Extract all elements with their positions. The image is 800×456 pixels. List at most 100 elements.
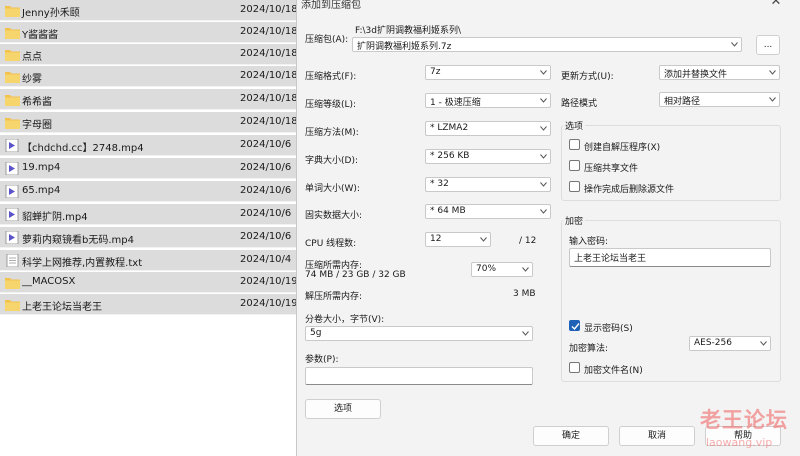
folder-icon <box>5 48 20 61</box>
options-button[interactable]: 选项 <box>305 399 381 419</box>
dictionary-select[interactable]: * 256 KB <box>425 149 551 164</box>
shared-files-checkbox[interactable] <box>569 160 580 171</box>
decompress-memory-value: 3 MB <box>513 289 536 299</box>
show-password-checkbox[interactable] <box>569 320 580 331</box>
video-file-icon <box>5 184 20 199</box>
path-mode-label: 路径模式 <box>561 99 598 109</box>
chevron-down-icon <box>540 126 547 131</box>
encryption-method-select[interactable]: AES-256 <box>689 336 771 351</box>
shared-files-label: 压缩共享文件 <box>584 164 639 174</box>
encryption-method-value: AES-256 <box>694 338 732 348</box>
folder-icon <box>5 276 20 289</box>
file-name: 上老王论坛当老王 <box>22 302 102 313</box>
chevron-down-icon <box>540 154 547 159</box>
file-row[interactable]: __MACOSX 2024/10/19 <box>0 272 298 293</box>
file-row[interactable]: 19.mp4 2024/10/6 <box>0 158 296 179</box>
file-row[interactable]: 萝莉内窥镜看b无码.mp4 2024/10/6 <box>0 227 296 248</box>
cpu-threads-select[interactable]: 12 <box>425 232 491 247</box>
cpu-threads-label: CPU 线程数: <box>305 239 357 249</box>
file-date: 2024/10/18 <box>240 116 298 127</box>
file-row[interactable]: 科学上网推荐,内置教程.txt 2024/10/4 <box>0 250 296 271</box>
encryption-group-title: 加密 <box>563 214 586 227</box>
file-date: 2024/10/6 <box>240 139 292 150</box>
method-value: * LZMA2 <box>430 123 469 133</box>
file-name: 65.mp4 <box>22 185 61 196</box>
dialog-title: 添加到压缩包 <box>301 0 361 11</box>
password-input[interactable]: 上老王论坛当老王 <box>569 248 771 267</box>
level-select[interactable]: 1 - 极速压缩 <box>425 93 551 108</box>
parameters-input[interactable] <box>305 367 533 385</box>
file-name: 【chdchd.cc】2748.mp4 <box>22 143 144 154</box>
solid-size-label: 固实数据大小: <box>305 211 363 221</box>
file-row[interactable]: 【chdchd.cc】2748.mp4 2024/10/6 <box>0 135 296 156</box>
archive-name-combo[interactable]: 扩阴调教福利姬系列.7z <box>352 37 742 52</box>
watermark-text: 老王论坛 <box>700 408 788 432</box>
file-date: 2024/10/18 <box>240 93 298 104</box>
cancel-button[interactable]: 取消 <box>619 426 695 446</box>
format-select[interactable]: 7z <box>425 65 551 80</box>
parameters-label: 参数(P): <box>305 355 339 365</box>
file-row[interactable]: 上老王论坛当老王 2024/10/19 <box>0 294 298 315</box>
file-list: Jenny孙禾颐 2024/10/18 Y酱酱酱 2024/10/18 点点 2… <box>0 0 298 320</box>
show-password-label: 显示密码(S) <box>584 324 633 334</box>
watermark-url: laowang.vip <box>706 436 773 449</box>
chevron-down-icon <box>522 267 529 272</box>
password-value: 上老王论坛当老王 <box>574 254 647 264</box>
memory-percent-select[interactable]: 70% <box>471 262 533 277</box>
file-name: 萝莉内窥镜看b无码.mp4 <box>22 235 134 246</box>
file-row[interactable]: 字母圈 2024/10/18 <box>0 112 298 133</box>
chevron-down-icon <box>540 98 547 103</box>
file-name: __MACOSX <box>22 276 76 287</box>
file-row[interactable]: Jenny孙禾颐 2024/10/18 <box>0 0 298 21</box>
split-size-combo[interactable]: 5g <box>305 326 533 341</box>
word-size-select[interactable]: * 32 <box>425 177 551 192</box>
video-file-icon <box>5 230 20 245</box>
word-size-label: 单词大小(W): <box>305 184 360 194</box>
delete-after-label: 操作完成后删除源文件 <box>584 185 675 195</box>
file-name: 19.mp4 <box>22 162 61 173</box>
encrypt-filenames-label: 加密文件名(N) <box>584 366 643 376</box>
browse-button[interactable]: ... <box>756 35 780 55</box>
method-select[interactable]: * LZMA2 <box>425 121 551 136</box>
folder-icon <box>5 116 20 129</box>
chevron-down-icon <box>769 70 776 75</box>
text-file-icon <box>5 253 20 268</box>
memory-detail: 74 MB / 23 GB / 32 GB <box>305 270 406 280</box>
cpu-threads-value: 12 <box>430 234 442 244</box>
file-date: 2024/10/6 <box>240 185 292 196</box>
file-name: Jenny孙禾颐 <box>22 8 80 19</box>
file-name: 点点 <box>22 52 42 63</box>
file-name: 纱雾 <box>22 74 42 85</box>
file-date: 2024/10/4 <box>240 254 292 265</box>
options-group-title: 选项 <box>563 119 586 132</box>
close-icon[interactable]: ✕ <box>767 0 785 10</box>
file-row[interactable]: Y酱酱酱 2024/10/18 <box>0 22 298 43</box>
decompress-memory-label: 解压所需内存: <box>305 292 363 302</box>
file-name: 貂蝉扩阴.mp4 <box>22 212 88 223</box>
file-name: 希希酱 <box>22 97 52 108</box>
solid-size-select[interactable]: * 64 MB <box>425 204 551 219</box>
encrypt-filenames-checkbox[interactable] <box>569 362 580 373</box>
video-file-icon <box>5 207 20 222</box>
solid-size-value: * 64 MB <box>430 206 466 216</box>
path-mode-select[interactable]: 相对路径 <box>659 92 780 107</box>
chevron-down-icon <box>769 97 776 102</box>
chevron-down-icon <box>731 42 738 47</box>
format-value: 7z <box>430 67 441 77</box>
word-size-value: * 32 <box>430 179 449 189</box>
file-row[interactable]: 纱雾 2024/10/18 <box>0 66 298 87</box>
level-label: 压缩等级(L): <box>305 100 357 110</box>
file-row[interactable]: 貂蝉扩阴.mp4 2024/10/6 <box>0 204 296 225</box>
ok-button[interactable]: 确定 <box>533 426 609 446</box>
file-row[interactable]: 65.mp4 2024/10/6 <box>0 181 296 202</box>
sfx-checkbox[interactable] <box>569 139 580 150</box>
update-mode-select[interactable]: 添加并替换文件 <box>659 65 780 80</box>
delete-after-checkbox[interactable] <box>569 181 580 192</box>
encryption-method-label: 加密算法: <box>569 344 609 354</box>
file-row[interactable]: 点点 2024/10/18 <box>0 44 298 65</box>
split-size-label: 分卷大小，字节(V): <box>305 315 385 325</box>
archive-name-value: 扩阴调教福利姬系列.7z <box>357 42 452 52</box>
folder-icon <box>5 70 20 83</box>
memory-percent-value: 70% <box>476 264 497 274</box>
file-row[interactable]: 希希酱 2024/10/18 <box>0 89 298 110</box>
